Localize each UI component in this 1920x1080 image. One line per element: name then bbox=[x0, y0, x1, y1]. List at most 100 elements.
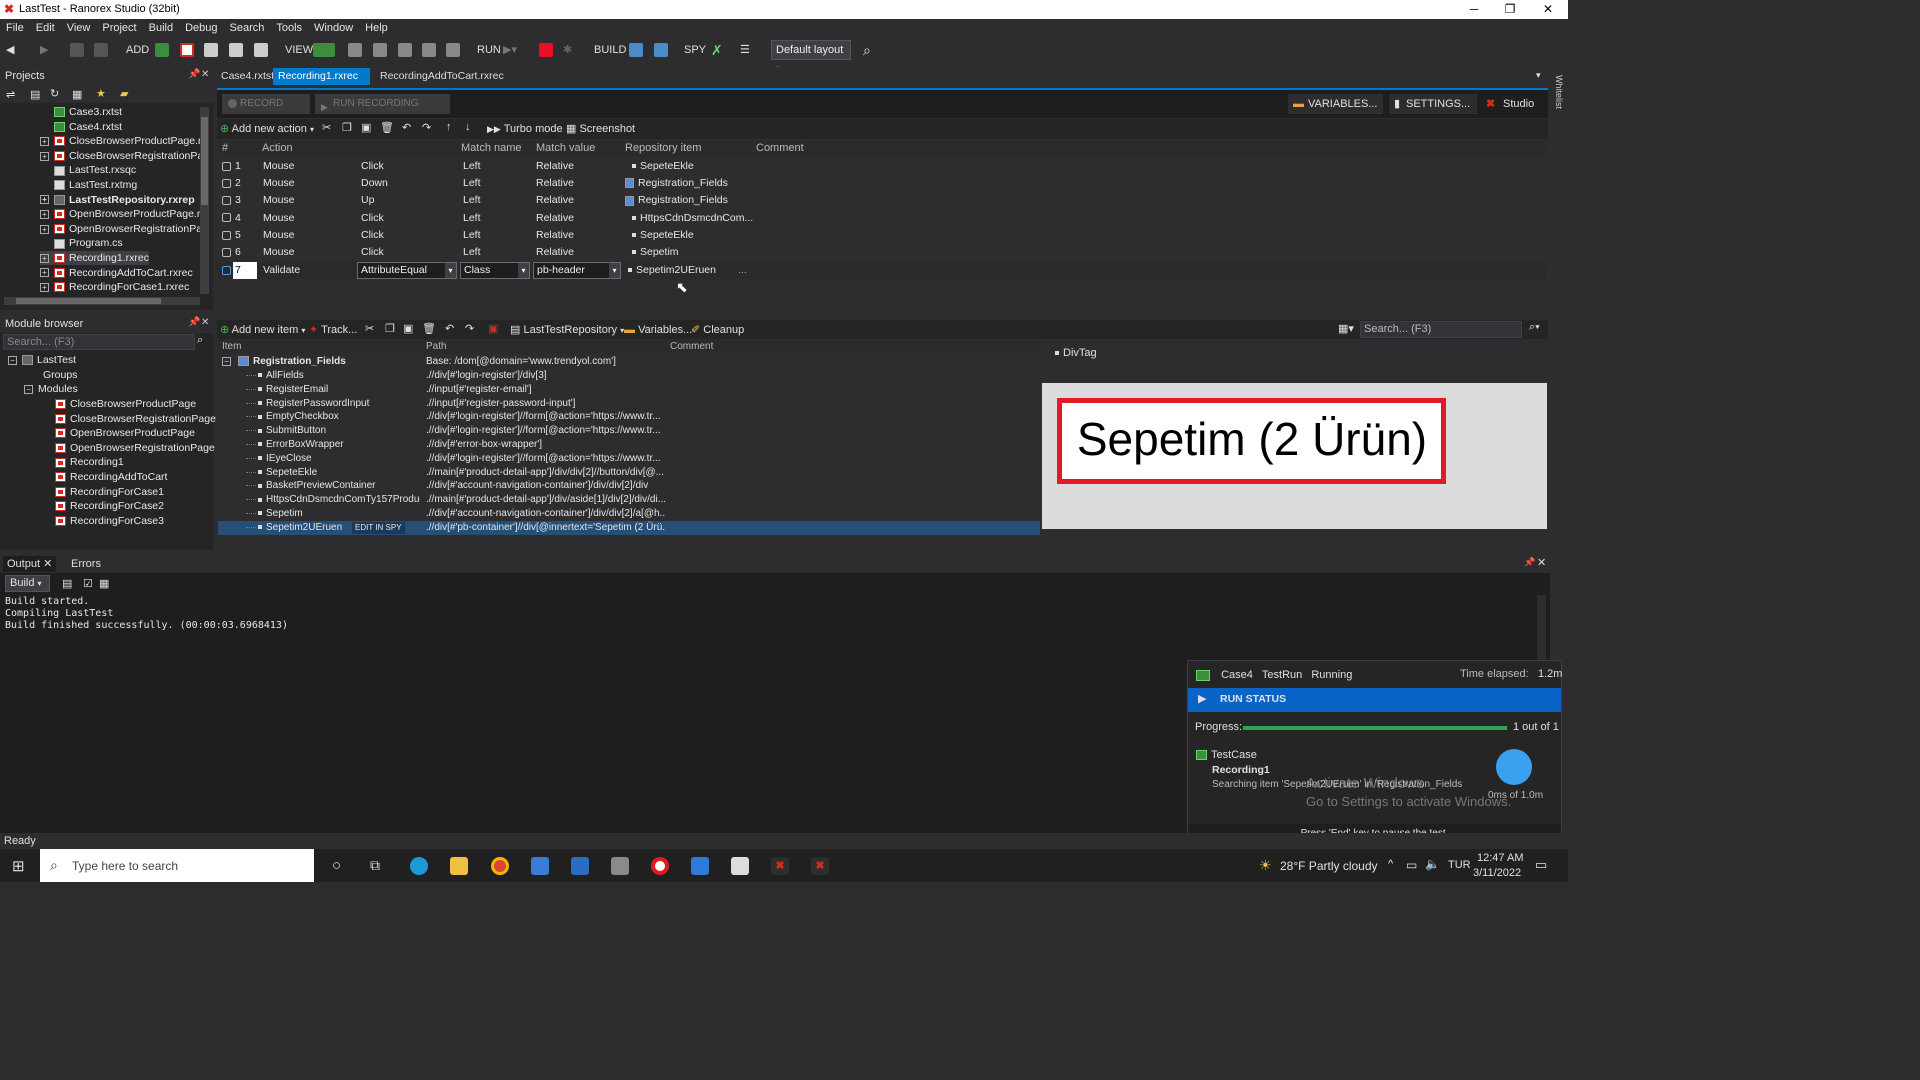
repository-item-row[interactable]: ErrorBoxWrapper .//div[#'error-box-wrappe… bbox=[218, 438, 1040, 452]
maximize-button[interactable]: ❐ bbox=[1492, 0, 1528, 19]
module-item[interactable]: RecordingForCase2 bbox=[55, 499, 164, 513]
undo-icon[interactable]: ↶ bbox=[445, 322, 454, 335]
wrap-icon[interactable]: ☑ bbox=[83, 577, 93, 590]
add-code-icon[interactable] bbox=[254, 37, 268, 63]
expand-icon[interactable]: + bbox=[40, 209, 49, 219]
view-recording-icon[interactable] bbox=[348, 37, 362, 63]
tab-recordingaddtocart[interactable]: RecordingAddToCart.rxrec bbox=[375, 68, 509, 85]
add-new-item-button[interactable]: ⊕ Add new item ▾ bbox=[220, 322, 305, 339]
repository-item-link[interactable]: SepeteEkle bbox=[625, 158, 694, 175]
app-feather-icon[interactable] bbox=[611, 857, 629, 875]
menu-help[interactable]: Help bbox=[359, 19, 394, 37]
ranorex-icon[interactable]: ✖ bbox=[771, 857, 789, 875]
repository-item-row[interactable]: RegisterEmail .//input[#'register-email'] bbox=[218, 383, 1040, 397]
action-row-validate[interactable]: 7 Validate AttributeEqual ▾ Class ▾ pb-hea… bbox=[218, 262, 1546, 279]
repository-item-row[interactable]: EmptyCheckbox .//div[#'login-register']//… bbox=[218, 410, 1040, 424]
cut-icon[interactable]: ✂ bbox=[322, 121, 331, 134]
redo-icon[interactable]: ↷ bbox=[422, 121, 431, 134]
whitelist-tab[interactable]: Whitelist bbox=[1554, 75, 1564, 109]
project-file-item[interactable]: + CloseBrowserProductPage.rxr bbox=[40, 134, 200, 148]
view-options-icon[interactable]: ▦▾ bbox=[1338, 322, 1354, 335]
add-testsuite-icon[interactable] bbox=[155, 37, 169, 63]
menu-tools[interactable]: Tools bbox=[270, 19, 308, 37]
menu-file[interactable]: File bbox=[0, 19, 30, 37]
properties-icon[interactable]: ▤ bbox=[30, 88, 40, 101]
build-button[interactable]: BUILD bbox=[594, 37, 626, 63]
layout-dropdown[interactable]: Default layout ▾ bbox=[771, 40, 851, 73]
save-icon[interactable] bbox=[70, 37, 84, 63]
view-module-icon[interactable] bbox=[398, 37, 412, 63]
module-item[interactable]: OpenBrowserProductPage bbox=[55, 426, 195, 440]
panel-close-icon[interactable]: ✕ bbox=[201, 317, 209, 328]
project-file-item[interactable]: LastTest.rxtmg bbox=[40, 178, 137, 192]
match-value-select[interactable]: pb-header ▾ bbox=[533, 262, 621, 279]
module-item[interactable]: Recording1 bbox=[55, 455, 124, 469]
opera-icon[interactable] bbox=[651, 857, 669, 875]
move-up-icon[interactable]: ↑ bbox=[446, 121, 452, 133]
project-file-item[interactable]: + Recording1.rxrec bbox=[40, 251, 149, 265]
panel-close-icon[interactable]: ✕ bbox=[1537, 556, 1546, 569]
row-checkbox[interactable] bbox=[222, 262, 231, 279]
store-icon[interactable] bbox=[571, 857, 589, 875]
weather-icon[interactable]: ☀ bbox=[1259, 849, 1281, 882]
project-file-item[interactable]: + RecordingForCase1.rxrec bbox=[40, 280, 189, 294]
expand-icon[interactable]: + bbox=[40, 195, 49, 205]
menu-view[interactable]: View bbox=[61, 19, 97, 37]
module-groups[interactable]: Groups bbox=[43, 368, 77, 382]
project-file-item[interactable]: + LastTestRepository.rxrep bbox=[40, 193, 195, 207]
weather-text[interactable]: 28°F Partly cloudy bbox=[1280, 859, 1378, 873]
ranorex-studio-icon[interactable]: ✖ bbox=[811, 857, 829, 875]
cut-icon[interactable]: ✂ bbox=[365, 322, 374, 335]
refresh-icon[interactable]: ↻ bbox=[50, 87, 59, 100]
pin-icon[interactable]: 📌 bbox=[188, 69, 200, 80]
module-search-input[interactable]: Search... (F3) bbox=[3, 334, 195, 350]
repository-item-row[interactable]: AllFields .//div[#'login-register']/div[3… bbox=[218, 369, 1040, 383]
menu-search[interactable]: Search bbox=[224, 19, 271, 37]
menu-window[interactable]: Window bbox=[308, 19, 359, 37]
action-row[interactable]: 3 Mouse Up Left Relative Registration_Fields bbox=[218, 192, 1546, 209]
module-modules[interactable]: − Modules bbox=[24, 382, 78, 396]
save-all-icon[interactable] bbox=[94, 37, 108, 63]
repository-item-link[interactable]: SepeteEkle bbox=[625, 227, 694, 244]
language-indicator[interactable]: TUR bbox=[1448, 859, 1471, 871]
repository-item-link[interactable]: Registration_Fields bbox=[625, 175, 728, 192]
collapse-all-icon[interactable]: ⇌ bbox=[6, 88, 15, 101]
output-source-select[interactable]: Build ▾ bbox=[5, 575, 50, 592]
repository-select[interactable]: ▤ LastTestRepository ▾ bbox=[510, 322, 624, 339]
repository-item-row[interactable]: RegisterPasswordInput .//input[#'register… bbox=[218, 397, 1040, 411]
settings-button[interactable]: ▮ SETTINGS... bbox=[1389, 94, 1477, 114]
windows-start-icon[interactable]: ⊞ bbox=[12, 857, 25, 875]
repository-item-row[interactable]: IEyeClose .//div[#'login-register']//form… bbox=[218, 452, 1040, 466]
module-item[interactable]: RecordingForCase3 bbox=[55, 514, 164, 528]
menu-edit[interactable]: Edit bbox=[30, 19, 61, 37]
clock-date[interactable]: 3/11/2022 bbox=[1473, 867, 1521, 879]
toggle-icon[interactable]: ▦ bbox=[99, 577, 109, 590]
redo-icon[interactable]: ↷ bbox=[465, 322, 474, 335]
match-name-select[interactable]: Class ▾ bbox=[460, 262, 530, 279]
mail-icon[interactable] bbox=[691, 857, 709, 875]
row-checkbox[interactable] bbox=[222, 244, 231, 261]
search-icon[interactable]: ⌕ bbox=[197, 334, 203, 347]
project-file-item[interactable]: + RecordingAddToCart.rxrec bbox=[40, 266, 193, 280]
more-button[interactable]: ... bbox=[738, 262, 747, 279]
row-checkbox[interactable] bbox=[222, 227, 231, 244]
cleanup-button[interactable]: ✐ Cleanup bbox=[691, 322, 744, 338]
validate-action[interactable]: Validate bbox=[263, 262, 300, 279]
track-button[interactable]: ✦ Track... bbox=[309, 322, 357, 338]
repository-item-link[interactable]: HttpsCdnDsmcdnCom... bbox=[625, 210, 753, 227]
spy-button[interactable]: SPY bbox=[684, 37, 706, 63]
validate-operator-select[interactable]: AttributeEqual ▾ bbox=[357, 262, 457, 279]
repository-item-link[interactable]: Sepetim bbox=[625, 244, 679, 261]
project-file-item[interactable]: + OpenBrowserRegistrationPag bbox=[40, 222, 200, 236]
action-row[interactable]: 1 Mouse Click Left Relative SepeteEkle bbox=[218, 158, 1546, 175]
module-item[interactable]: CloseBrowserRegistrationPage bbox=[55, 412, 216, 426]
repository-item-link[interactable]: Registration_Fields bbox=[625, 192, 728, 209]
view-testsuite-icon[interactable] bbox=[313, 37, 335, 63]
clock-time[interactable]: 12:47 AM bbox=[1477, 852, 1523, 864]
search-icon[interactable]: ⌕▾ bbox=[1529, 321, 1540, 334]
pin-icon[interactable]: 📌 bbox=[1524, 557, 1535, 568]
repo-variables-button[interactable]: ▬ Variables... bbox=[624, 322, 692, 338]
forward-icon[interactable]: ▶ bbox=[40, 37, 48, 63]
expand-icon[interactable]: + bbox=[40, 136, 49, 146]
row-checkbox[interactable] bbox=[222, 210, 231, 227]
